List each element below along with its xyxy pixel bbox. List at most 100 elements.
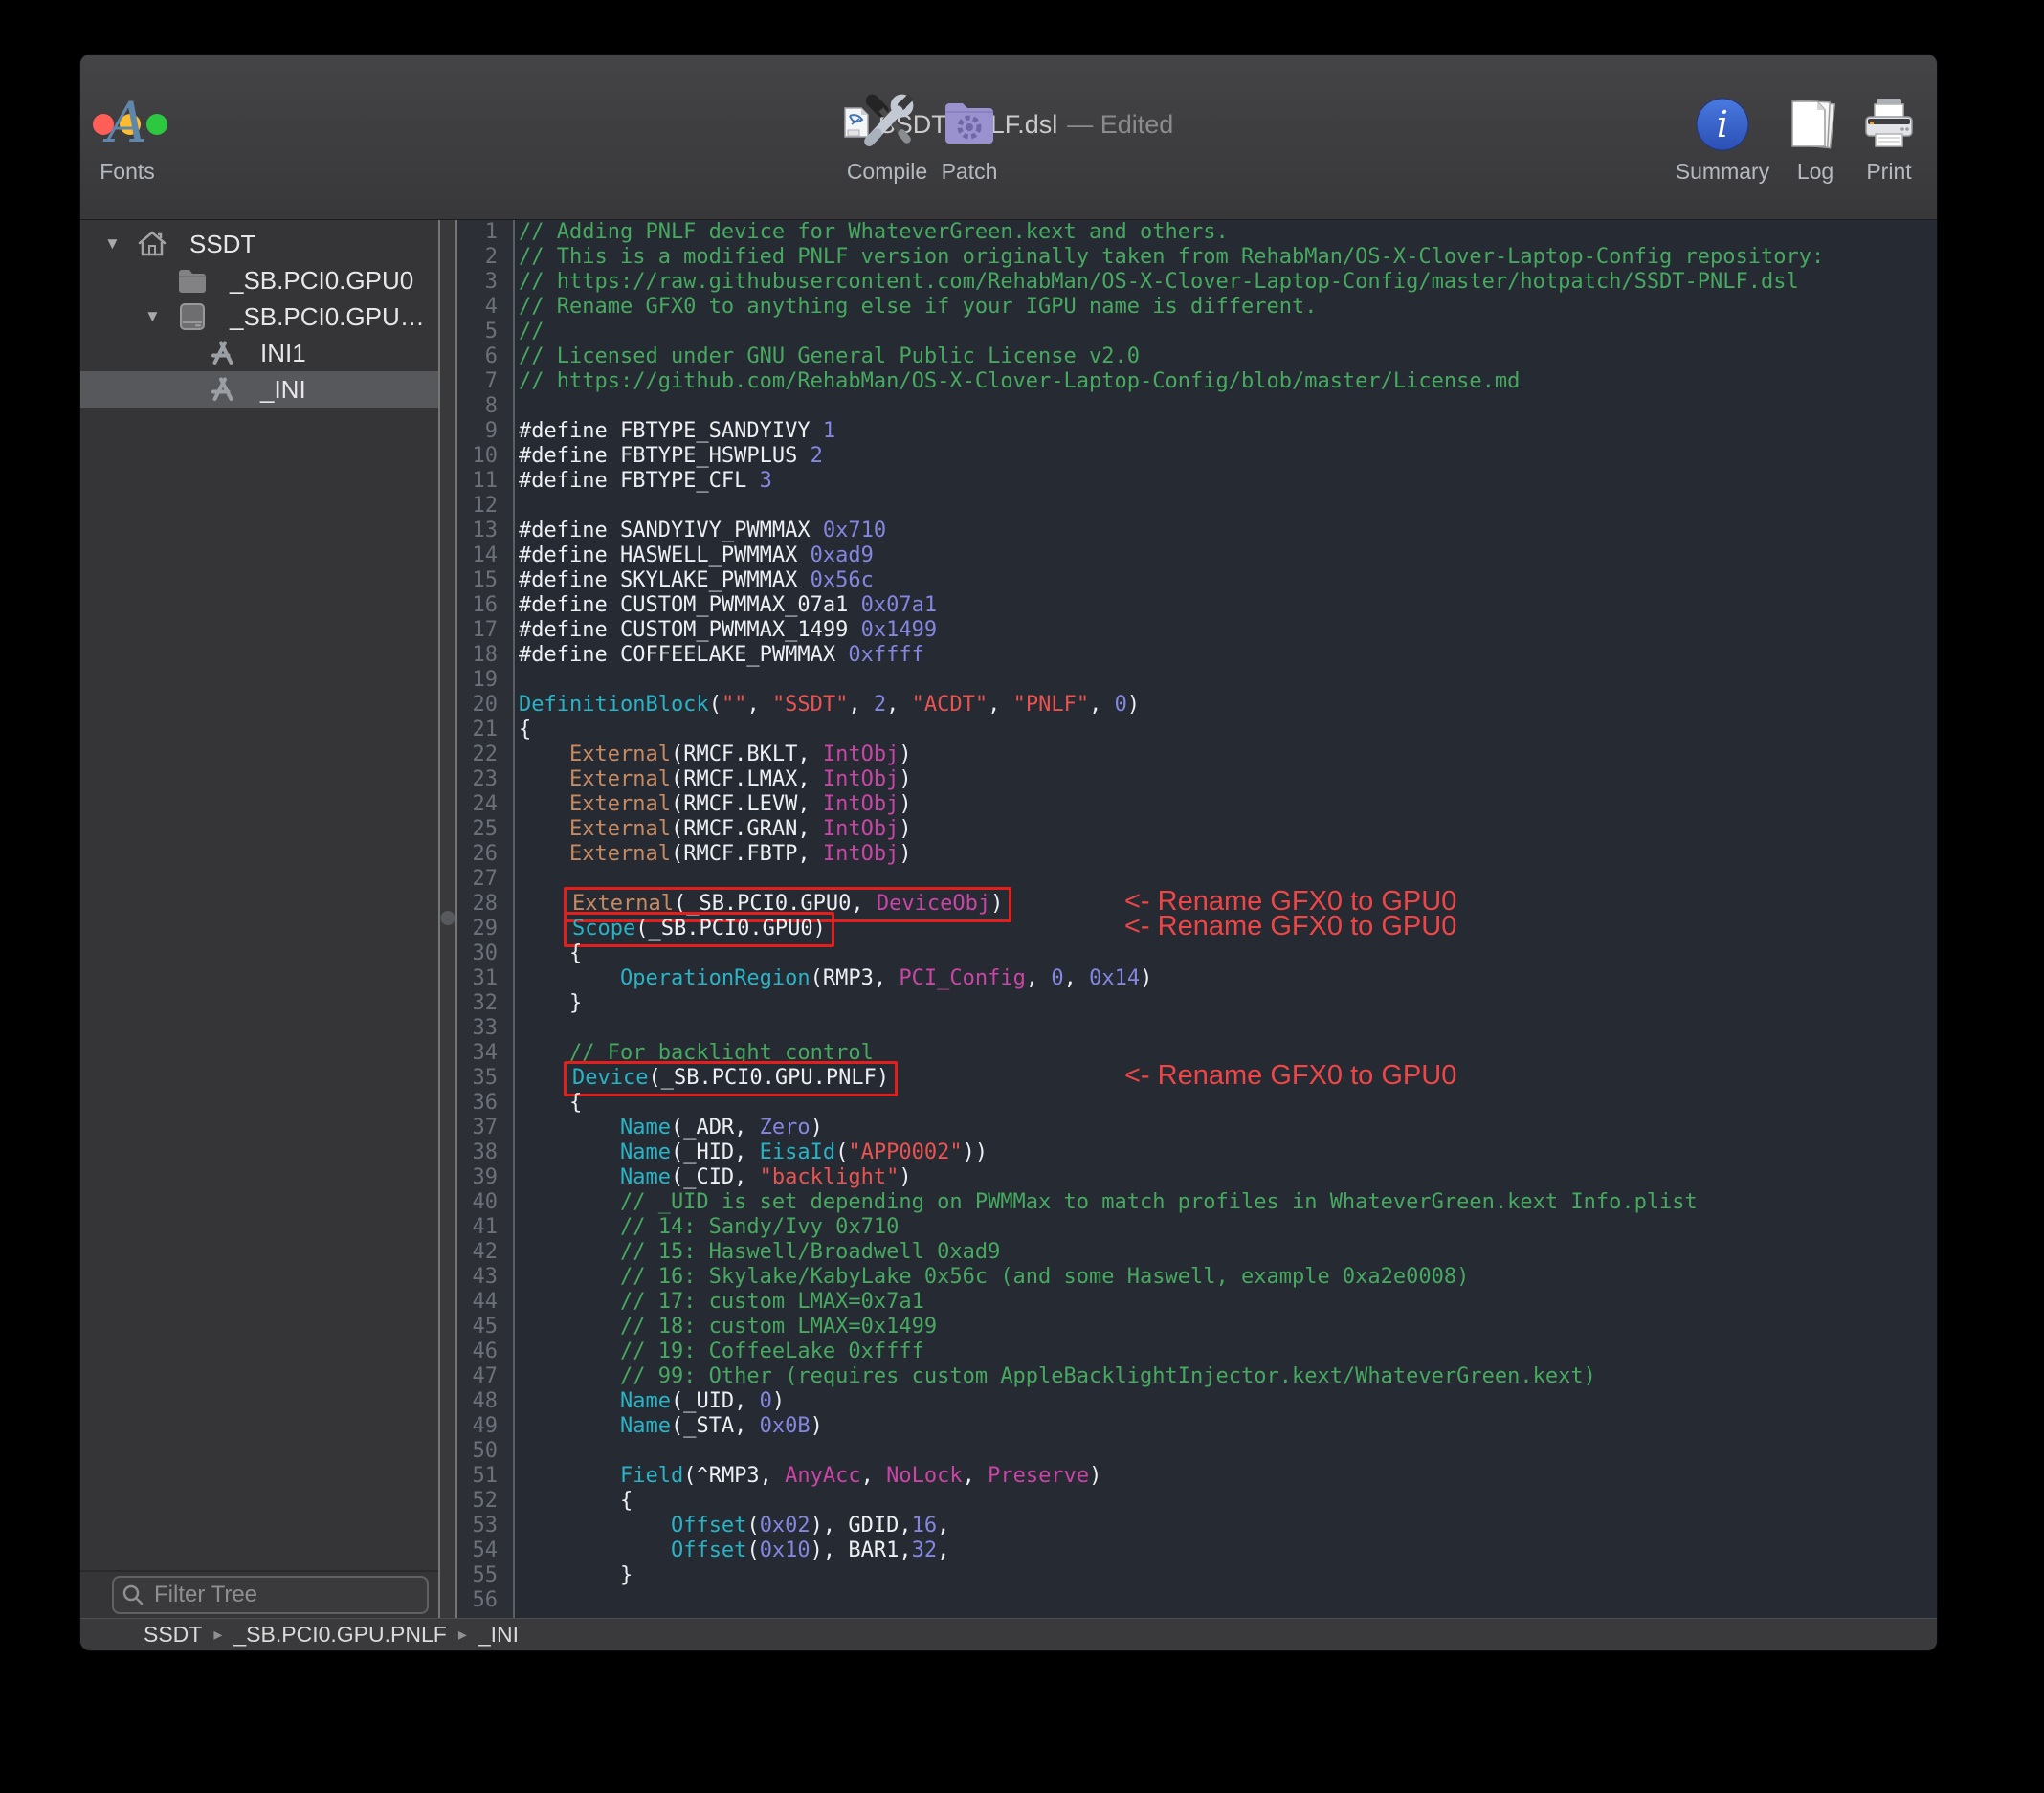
code-line[interactable]: 44 // 17: custom LMAX=0x7a1 <box>457 1290 1937 1315</box>
code-line[interactable]: 41 // 14: Sandy/Ivy 0x710 <box>457 1215 1937 1240</box>
code-editor[interactable]: 1 // Adding PNLF device for WhateverGreen… <box>457 220 1937 1618</box>
search-icon <box>122 1583 144 1611</box>
code-line[interactable]: 49 Name(_STA, 0x0B) <box>457 1414 1937 1439</box>
code-line[interactable]: 4 // Rename GFX0 to anything else if your… <box>457 295 1937 320</box>
code-line[interactable]: 8 <box>457 394 1937 419</box>
code-line[interactable]: 55 } <box>457 1563 1937 1588</box>
filter-tree-input[interactable] <box>112 1576 429 1614</box>
code-line[interactable]: 36 { <box>457 1091 1937 1116</box>
code-token: "SSDT" <box>771 693 849 717</box>
code-line[interactable]: 13 #define SANDYIVY_PWMMAX 0x710 <box>457 519 1937 543</box>
code-line[interactable]: 39 Name(_CID, "backlight") <box>457 1165 1937 1190</box>
code-line[interactable]: 23 External(RMCF.LMAX, IntObj) <box>457 767 1937 792</box>
split-divider[interactable] <box>438 220 457 1618</box>
code-line[interactable]: 11 #define FBTYPE_CFL 3 <box>457 469 1937 494</box>
toolbar-label: Print <box>1866 159 1912 184</box>
code-token: ) <box>810 1414 823 1438</box>
code-line[interactable]: 9 #define FBTYPE_SANDYIVY 1 <box>457 419 1937 444</box>
code-text: // 19: CoffeeLake 0xffff <box>513 1339 924 1363</box>
code-line[interactable]: 42 // 15: Haswell/Broadwell 0xad9 <box>457 1240 1937 1265</box>
code-line[interactable]: 19 <box>457 668 1937 693</box>
code-line[interactable]: 18 #define COFFEELAKE_PWMMAX 0xffff <box>457 643 1937 668</box>
code-token: AnyAcc <box>785 1464 861 1488</box>
code-token: ) <box>899 842 912 866</box>
code-line[interactable]: 12 <box>457 494 1937 519</box>
breadcrumb-item[interactable]: SSDT <box>144 1622 202 1648</box>
code-line[interactable]: 1 // Adding PNLF device for WhateverGreen… <box>457 220 1937 245</box>
code-token: 0x02 <box>759 1514 811 1538</box>
sidebar-item-ini[interactable]: _INI <box>80 371 438 408</box>
toolbar-item-summary[interactable]: i Summary <box>1676 89 1769 185</box>
code-line[interactable]: 56 <box>457 1588 1937 1613</box>
code-line[interactable]: 6 // Licensed under GNU General Public Li… <box>457 344 1937 369</box>
code-line[interactable]: 48 Name(_UID, 0) <box>457 1389 1937 1414</box>
code-line[interactable]: 21 { <box>457 718 1937 742</box>
line-number: 1 <box>484 220 498 244</box>
code-line[interactable]: 38 Name(_HID, EisaId("APP0002")) <box>457 1140 1937 1165</box>
code-token: 0x07a1 <box>860 593 938 617</box>
code-line[interactable]: 25 External(RMCF.GRAN, IntObj) <box>457 817 1937 842</box>
code-token: IntObj <box>822 767 900 791</box>
sidebar-item-sbpci0gpu0[interactable]: _SB.PCI0.GPU0 <box>80 262 438 299</box>
code-line[interactable]: 47 // 99: Other (requires custom AppleBa… <box>457 1364 1937 1389</box>
code-line[interactable]: 43 // 16: Skylake/KabyLake 0x56c (and so… <box>457 1265 1937 1290</box>
sidebar-item-ssdt[interactable]: ▼ SSDT <box>80 226 438 262</box>
code-token: (_SB.PCI0.GPU.PNLF) <box>648 1066 890 1090</box>
code-line[interactable]: 33 <box>457 1016 1937 1041</box>
code-line[interactable]: 5 // <box>457 320 1937 344</box>
code-line[interactable]: 45 // 18: custom LMAX=0x1499 <box>457 1315 1937 1339</box>
code-line[interactable]: 2 // This is a modified PNLF version orig… <box>457 245 1937 270</box>
code-line[interactable]: 30 { <box>457 941 1937 966</box>
sidebar-item-sbpci0gpu[interactable]: ▼ _SB.PCI0.GPU… <box>80 299 438 335</box>
code-line[interactable]: 54 Offset(0x10), BAR1,32, <box>457 1538 1937 1563</box>
sidebar-item-ini1[interactable]: INI1 <box>80 335 438 371</box>
line-number: 36 <box>472 1091 499 1115</box>
disclosure-triangle-icon[interactable]: ▼ <box>104 234 121 254</box>
code-line[interactable]: 17 #define CUSTOM_PWMMAX_1499 0x1499 <box>457 618 1937 643</box>
code-line[interactable]: 40 // _UID is set depending on PWMMax to… <box>457 1190 1937 1215</box>
code-text: Offset(0x02), GDID,16, <box>513 1514 949 1538</box>
code-line[interactable]: 7 // https://github.com/RehabMan/OS-X-Clo… <box>457 369 1937 394</box>
code-line[interactable]: 32 } <box>457 991 1937 1016</box>
code-text: Name(_UID, 0) <box>513 1389 785 1413</box>
code-line[interactable]: 14 #define HASWELL_PWMMAX 0xad9 <box>457 543 1937 568</box>
toolbar-item-fonts[interactable]: A Fonts <box>81 89 173 185</box>
code-token: 0 <box>1114 693 1127 717</box>
line-number: 25 <box>472 817 499 841</box>
disclosure-triangle-icon[interactable]: ▼ <box>144 307 161 326</box>
code-line[interactable]: 20 DefinitionBlock("", "SSDT", 2, "ACDT",… <box>457 693 1937 718</box>
code-line[interactable]: 15 #define SKYLAKE_PWMMAX 0x56c <box>457 568 1937 593</box>
toolbar-item-compile[interactable]: Compile <box>841 89 933 185</box>
toolbar-item-patch[interactable]: Patch <box>923 89 1015 185</box>
code-line[interactable]: 50 <box>457 1439 1937 1464</box>
code-token: // 17: custom LMAX=0x7a1 <box>519 1290 924 1314</box>
code-line[interactable]: 31 OperationRegion(RMP3, PCI_Config, 0, … <box>457 966 1937 991</box>
toolbar-item-print[interactable]: Print <box>1843 89 1935 185</box>
code-token: ) <box>899 792 912 816</box>
breadcrumb-item[interactable]: _SB.PCI0.GPU.PNLF <box>233 1622 446 1648</box>
code-text: // This is a modified PNLF version origi… <box>513 245 1824 269</box>
line-number: 40 <box>472 1190 499 1214</box>
code-text: // <box>513 320 544 343</box>
code-line[interactable]: 26 External(RMCF.FBTP, IntObj) <box>457 842 1937 867</box>
code-line[interactable]: 51 Field(^RMP3, AnyAcc, NoLock, Preserve… <box>457 1464 1937 1489</box>
code-line[interactable]: 52 { <box>457 1489 1937 1514</box>
code-line[interactable]: 3 // https://raw.githubusercontent.com/Re… <box>457 270 1937 295</box>
code-line[interactable]: 10 #define FBTYPE_HSWPLUS 2 <box>457 444 1937 469</box>
breadcrumb-item[interactable]: _INI <box>478 1622 519 1648</box>
code-line[interactable]: 53 Offset(0x02), GDID,16, <box>457 1514 1937 1538</box>
code-token: 1 <box>822 419 836 443</box>
code-lines: 1 // Adding PNLF device for WhateverGreen… <box>457 220 1937 1613</box>
code-line[interactable]: 37 Name(_ADR, Zero) <box>457 1116 1937 1140</box>
code-line[interactable]: 46 // 19: CoffeeLake 0xffff <box>457 1339 1937 1364</box>
divider-handle-dot[interactable] <box>440 911 455 925</box>
code-line[interactable]: 22 External(RMCF.BKLT, IntObj) <box>457 742 1937 767</box>
code-text: { <box>513 718 531 742</box>
code-line[interactable]: 16 #define CUSTOM_PWMMAX_07a1 0x07a1 <box>457 593 1937 618</box>
code-line[interactable]: 35 Device(_SB.PCI0.GPU.PNLF) <- Rename GF… <box>457 1061 1937 1096</box>
line-number: 29 <box>472 917 499 941</box>
code-line[interactable]: 24 External(RMCF.LEVW, IntObj) <box>457 792 1937 817</box>
code-line[interactable]: 29 Scope(_SB.PCI0.GPU0) <- Rename GFX0 to… <box>457 912 1937 947</box>
code-token: 0x56c <box>810 568 874 592</box>
